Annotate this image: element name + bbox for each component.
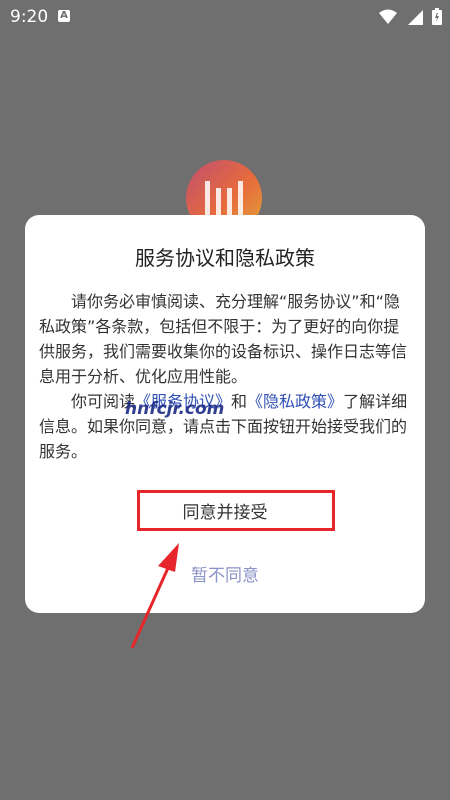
red-arrow-annotation [130, 543, 179, 649]
